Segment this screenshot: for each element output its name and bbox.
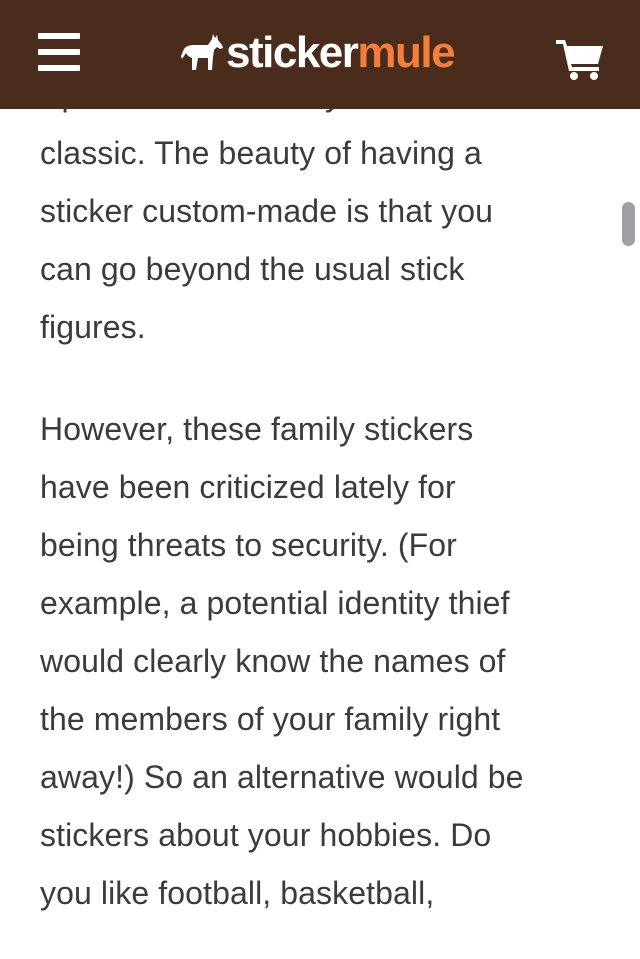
text-line: classic. The beauty of having a <box>40 135 482 171</box>
menu-bar-line <box>38 65 80 71</box>
text-line: can go beyond the usual stick <box>40 251 465 287</box>
text-line: However, these family stickers <box>40 411 474 447</box>
text-line: being threats to security. (For <box>40 527 457 563</box>
text-line: example, a potential identity thief <box>40 585 510 621</box>
text-line: the members of your family right <box>40 701 501 737</box>
text-line: have been criticized lately for <box>40 469 456 505</box>
text-line: figures. <box>40 309 146 345</box>
menu-bar-line <box>38 49 80 55</box>
menu-bar-line <box>38 33 80 39</box>
article-paragraph: However, these family stickers have been… <box>40 400 610 922</box>
top-navigation-bar: stickermule <box>0 0 640 109</box>
sticker-mule-logo[interactable]: stickermule <box>180 28 456 78</box>
text-line: would clearly know the names of <box>40 643 506 679</box>
scrollbar-thumb[interactable] <box>622 202 635 246</box>
shopping-cart-icon[interactable] <box>556 38 606 80</box>
text-line: you like football, basketball, <box>40 875 435 911</box>
article-paragraph: Spot. You can’t really fault a classic. … <box>40 66 610 356</box>
logo-text-sticker: sticker <box>226 28 359 77</box>
article-body: Spot. You can’t really fault a classic. … <box>40 66 610 959</box>
page: stickermule Spot. You can’t really fault… <box>0 0 640 959</box>
text-line: away!) So an alternative would be <box>40 759 524 795</box>
mule-icon <box>180 33 224 73</box>
text-line: stickers about your hobbies. Do <box>40 817 492 853</box>
logo-text-mule: mule <box>357 28 455 77</box>
text-line: sticker custom-made is that you <box>40 193 494 229</box>
hamburger-menu-icon[interactable] <box>38 33 80 73</box>
logo-wordmark: stickermule <box>226 28 456 78</box>
